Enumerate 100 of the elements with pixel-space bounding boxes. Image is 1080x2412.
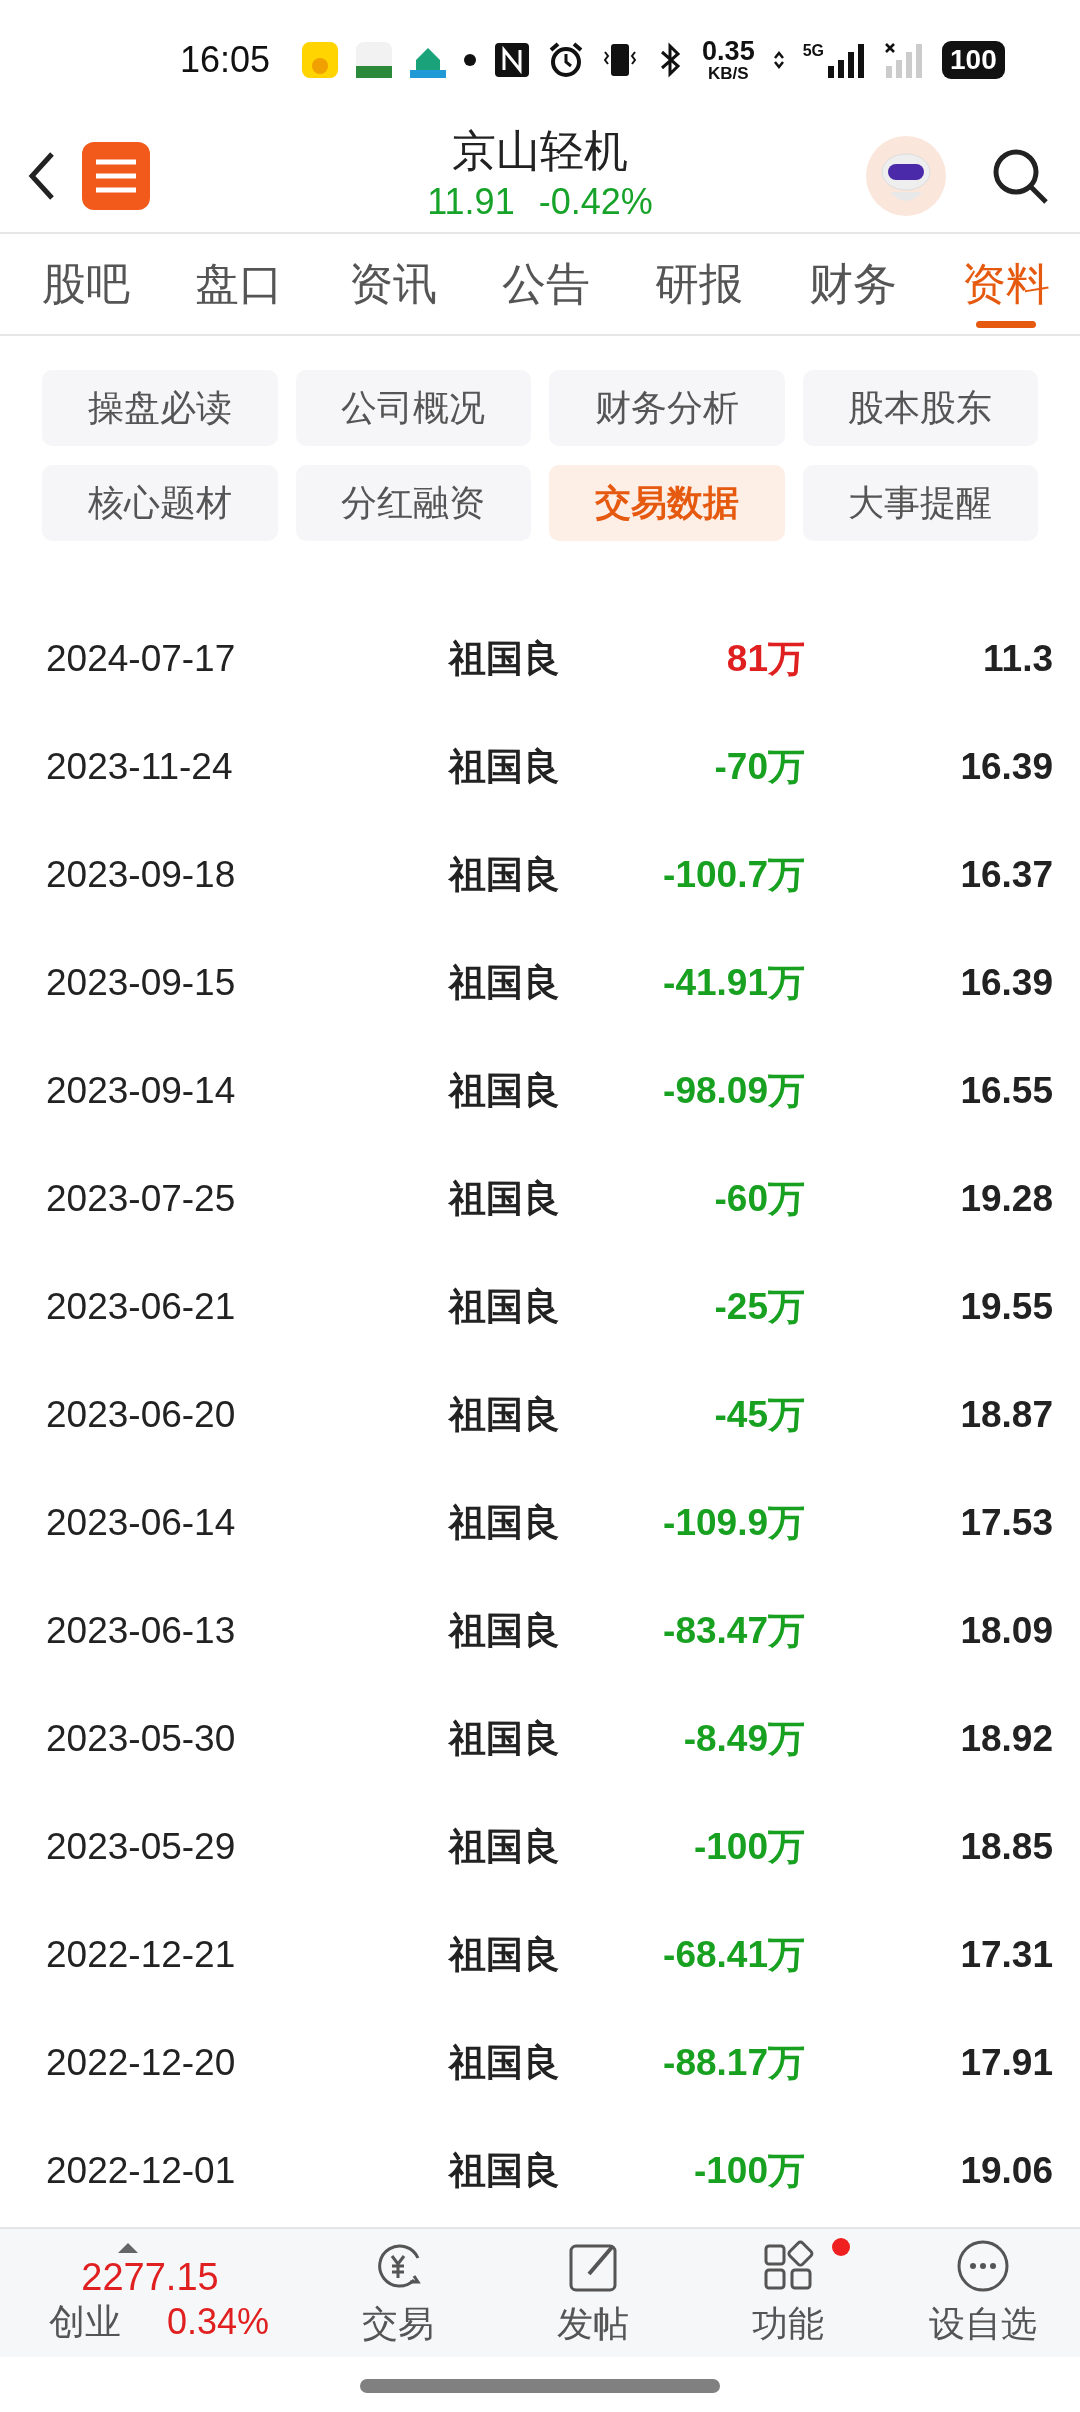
trade-date: 2022-12-01	[46, 2150, 237, 2192]
index-change: 0.34%	[166, 2300, 270, 2344]
trade-amount: -41.91万	[662, 961, 805, 1005]
trade-date: 2023-07-25	[46, 1178, 237, 1220]
category-chip[interactable]: 操盘必读	[42, 370, 278, 446]
trade-amount: -70万	[713, 745, 805, 789]
trade-date: 2023-06-14	[46, 1502, 237, 1544]
tab[interactable]: 研报	[647, 234, 752, 334]
index-quote[interactable]: 2277.15 创业 0.34%	[0, 2241, 300, 2345]
trader-name: 祖国良	[447, 1825, 560, 1869]
network-speed: 0.35	[702, 38, 755, 65]
trade-price: 19.06	[959, 2150, 1053, 2192]
trader-name: 祖国良	[447, 745, 560, 789]
trade-price: 16.39	[959, 746, 1053, 788]
trade-date: 2023-05-29	[46, 1826, 237, 1868]
trade-price: 19.55	[959, 1286, 1053, 1328]
app-notification-icon	[302, 42, 339, 78]
trade-amount: -8.49万	[682, 1717, 805, 1761]
trade-amount: -100万	[692, 1825, 805, 1869]
trade-amount: -68.41万	[662, 1933, 805, 1977]
signal-icon	[826, 42, 866, 78]
trade-amount: -83.47万	[662, 1609, 805, 1653]
trade-price: 17.91	[959, 2042, 1053, 2084]
trade-price: 16.55	[959, 1070, 1053, 1112]
trade-amount: -100.7万	[662, 853, 805, 897]
nav-item[interactable]: 发帖	[495, 2237, 690, 2349]
trader-name: 祖国良	[447, 1609, 560, 1653]
robot-avatar-icon[interactable]	[866, 136, 946, 216]
category-chip[interactable]: 股本股东	[802, 370, 1038, 446]
app-notification-icon	[356, 42, 393, 78]
tab[interactable]: 股吧	[34, 234, 138, 334]
nav-item[interactable]: 功能	[690, 2237, 885, 2349]
trade-date: 2024-07-17	[46, 638, 237, 680]
trade-date: 2023-06-13	[46, 1610, 237, 1652]
trader-name: 祖国良	[447, 2041, 560, 2085]
trade-price: 18.85	[959, 1826, 1053, 1868]
trader-name: 祖国良	[447, 1285, 560, 1329]
trade-price: 11.3	[982, 638, 1053, 680]
trader-name: 祖国良	[447, 1069, 560, 1113]
trade-price: 19.28	[959, 1178, 1053, 1220]
battery-indicator: 100	[942, 41, 1005, 79]
trader-name: 祖国良	[447, 1177, 560, 1221]
trader-name: 祖国良	[447, 961, 560, 1005]
vibrate-icon	[602, 42, 639, 78]
trade-amount: -98.09万	[662, 1069, 805, 1113]
nav-item[interactable]: 交易	[300, 2237, 495, 2349]
trader-name: 祖国良	[447, 1933, 560, 1977]
trade-date: 2022-12-20	[46, 2042, 237, 2084]
trade-price: 16.39	[959, 962, 1053, 1004]
category-chip[interactable]: 分红融资	[295, 465, 531, 541]
trade-amount: -60万	[713, 1177, 805, 1221]
active-tab-indicator	[975, 321, 1036, 328]
tab[interactable]: 公告	[494, 234, 598, 334]
trade-date: 2022-12-21	[46, 1934, 237, 1976]
trade-price: 18.92	[959, 1718, 1053, 1760]
network-speed-unit: KB/S	[708, 65, 749, 82]
trade-amount: -45万	[713, 1393, 805, 1437]
alarm-icon	[548, 42, 585, 78]
stock-name: 京山轻机	[452, 125, 628, 177]
nfc-icon	[494, 42, 531, 78]
trade-date: 2023-06-21	[46, 1286, 237, 1328]
notification-dot-icon	[464, 54, 477, 66]
caret-up-icon	[118, 2243, 138, 2253]
trader-name: 祖国良	[447, 1717, 560, 1761]
index-value: 2277.15	[81, 2255, 219, 2299]
trade-price: 17.31	[959, 1934, 1053, 1976]
category-chip[interactable]: 公司概况	[295, 370, 531, 446]
trader-name: 祖国良	[447, 853, 560, 897]
tab[interactable]: 资讯	[340, 234, 445, 334]
trade-date: 2023-06-20	[46, 1394, 237, 1436]
trade-date: 2023-09-14	[46, 1070, 237, 1112]
trader-name: 祖国良	[447, 1393, 560, 1437]
trader-name: 祖国良	[447, 637, 560, 681]
category-chip[interactable]: 核心题材	[42, 465, 278, 541]
trade-price: 18.87	[959, 1394, 1053, 1436]
trade-amount: -109.9万	[662, 1501, 805, 1545]
tab[interactable]: 资料	[953, 234, 1058, 334]
index-name: 创业	[48, 2300, 121, 2344]
tab[interactable]: 财务	[800, 234, 905, 334]
tab[interactable]: 盘口	[187, 234, 292, 334]
clock: 16:05	[180, 39, 271, 81]
stock-price: 11.91	[427, 180, 515, 224]
price-change: -0.42%	[538, 180, 653, 224]
trade-date: 2023-05-30	[46, 1718, 237, 1760]
trader-name: 祖国良	[447, 2149, 560, 2193]
trade-date: 2023-09-15	[46, 962, 237, 1004]
trader-name: 祖国良	[447, 1501, 560, 1545]
trade-amount: -25万	[713, 1285, 805, 1329]
trade-amount: -88.17万	[662, 2041, 805, 2085]
trade-amount: 81万	[725, 637, 805, 681]
category-chip[interactable]: 财务分析	[549, 370, 785, 446]
category-chip[interactable]: 大事提醒	[802, 465, 1038, 541]
trade-amount: -100万	[692, 2149, 805, 2193]
trade-price: 17.53	[959, 1502, 1053, 1544]
app-logo-icon	[82, 142, 150, 210]
nav-item[interactable]: 设自选	[885, 2237, 1080, 2349]
trade-price: 16.37	[959, 854, 1053, 896]
trade-date: 2023-11-24	[46, 746, 234, 788]
signal-icon	[884, 42, 924, 78]
trade-price: 18.09	[959, 1610, 1053, 1652]
